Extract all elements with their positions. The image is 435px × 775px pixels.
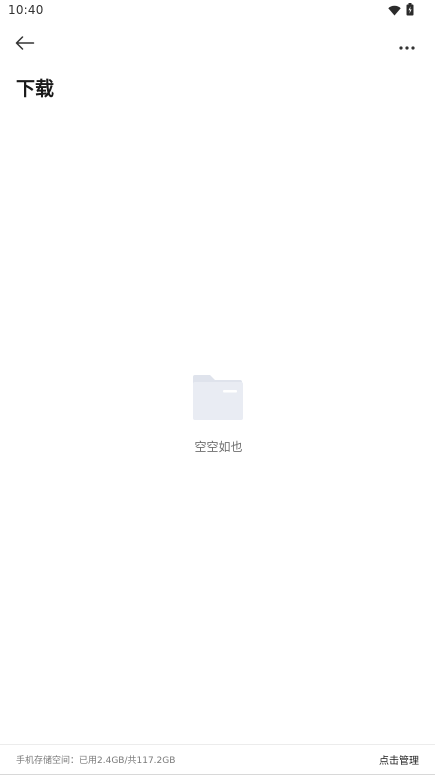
empty-state: 空空如也 [0,372,435,455]
folder-icon [190,372,246,422]
wifi-icon [388,1,401,20]
arrow-left-icon [15,35,35,54]
battery-icon [406,1,414,20]
status-bar: 10:40 [0,0,435,22]
more-options-button[interactable] [395,34,419,54]
status-icons [388,1,414,20]
download-screen: 10:40 下载 空空如也 手机存储空间：已用2.4GB/共117.2GB 点击… [0,0,435,775]
back-button[interactable] [12,32,38,56]
status-time: 10:40 [8,3,44,17]
manage-storage-link[interactable]: 点击管理 [379,752,419,767]
storage-footer: 手机存储空间：已用2.4GB/共117.2GB 点击管理 [0,744,435,775]
storage-usage-text: 手机存储空间：已用2.4GB/共117.2GB [16,756,176,766]
more-horizontal-icon [399,35,415,54]
empty-message: 空空如也 [194,440,243,454]
page-title: 下载 [16,78,55,100]
